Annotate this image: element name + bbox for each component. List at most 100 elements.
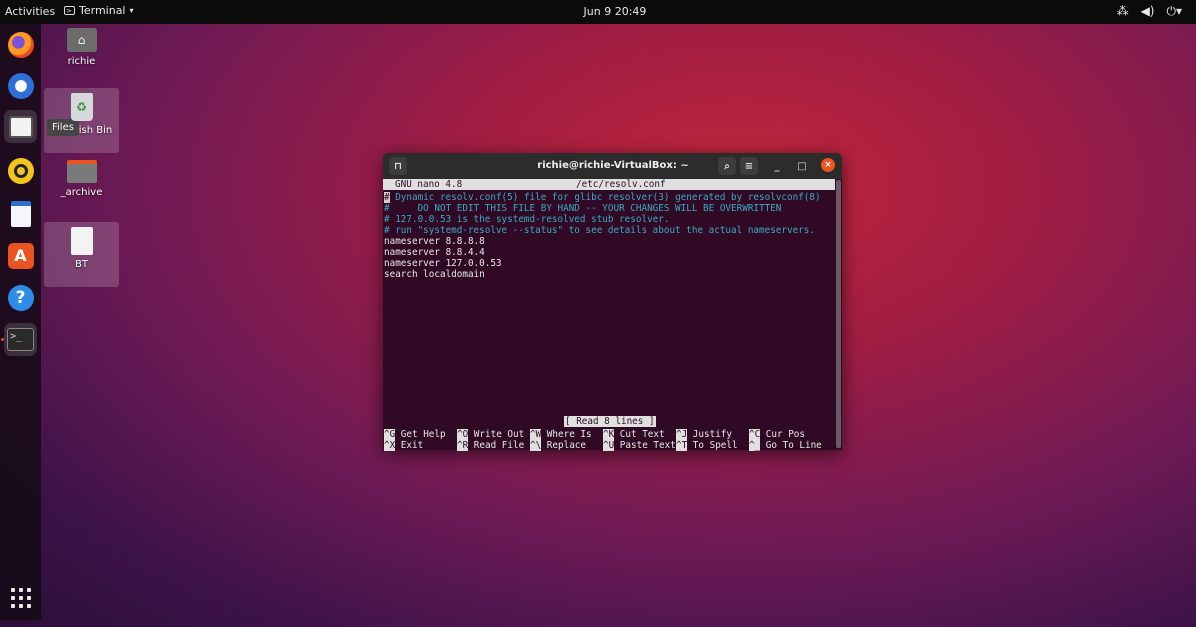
dock-item-files[interactable] [4,110,37,143]
window-title: richie@richie-VirtualBox: ~ [537,160,689,171]
show-applications-button[interactable] [4,581,37,614]
shortcut-label: Read File [468,440,525,451]
dock-item-terminal[interactable]: >_ [4,323,37,356]
app-menu-label: Terminal [79,4,126,17]
shortcut-key: ^C [749,429,761,440]
shortcut-key: ^J [676,429,688,440]
shortcut-key: ^_ [749,440,761,451]
desktop-icon-label: richie [67,56,96,67]
help-icon: ? [7,284,34,311]
nano-header: GNU nano 4.8 /etc/resolv.conf [383,179,835,190]
nano-filename: /etc/resolv.conf [576,179,666,190]
close-button[interactable]: × [821,158,835,172]
running-indicator [1,338,4,341]
window-titlebar[interactable]: ⊓ richie@richie-VirtualBox: ~ ⌕ ≡ _ □ × [383,153,842,179]
scrollbar[interactable] [836,180,841,448]
document-icon [70,227,93,255]
shortcut-item[interactable]: ^U Paste Text [603,440,676,451]
file-line[interactable]: # DO NOT EDIT THIS FILE BY HAND -- YOUR … [384,203,781,214]
shortcut-item[interactable]: ^G Get Help [384,429,446,440]
minimize-button[interactable]: _ [769,158,785,174]
desktop-icon-trash[interactable]: ♻ ish Bin [44,88,119,153]
writer-icon [10,200,31,227]
menu-button[interactable]: ≡ [740,157,758,175]
shortcut-item[interactable]: ^C Cur Pos [749,429,805,440]
shortcut-label: Get Help [395,429,446,440]
desktop-icon-label: ish Bin [78,125,113,136]
shortcut-item[interactable]: ^W Where Is [530,429,592,440]
maximize-button[interactable]: □ [794,158,810,174]
shortcut-key: ^R [457,440,469,451]
nano-status: [ Read 8 lines ] [564,416,656,427]
home-folder-icon: ⌂ [66,28,97,52]
volume-icon: ◀) [1140,4,1155,18]
dock-item-software[interactable]: A [4,239,37,272]
terminal-icon: > [64,6,75,15]
file-line[interactable]: nameserver 8.8.4.4 [384,247,485,258]
file-line[interactable]: # 127.0.0.53 is the systemd-resolved stu… [384,214,669,225]
shortcut-item[interactable]: ^J Justify [676,429,732,440]
desktop-icon-label: BT [75,259,88,270]
activities-button[interactable]: Activities [5,5,55,18]
hamburger-icon: ≡ [744,160,754,172]
shortcut-label: Paste Text [614,440,676,451]
shortcut-item[interactable]: ^O Write Out [457,429,524,440]
search-icon: ⌕ [724,160,730,172]
new-tab-icon: ⊓ [394,160,402,172]
shortcut-key: ^T [676,440,688,451]
shortcut-item[interactable]: ^X Exit [384,440,423,451]
shortcut-key: ^G [384,429,396,440]
shortcut-item[interactable]: ^\ Replace [530,440,586,451]
shortcut-label: Replace [541,440,586,451]
power-icon: ⏻▾ [1166,4,1182,18]
shortcut-label: Cur Pos [760,429,805,440]
clock[interactable]: Jun 9 20:49 [560,5,670,18]
file-line[interactable]: nameserver 8.8.8.8 [384,236,485,247]
new-tab-button[interactable]: ⊓ [389,157,407,175]
software-icon: A [7,242,34,269]
shortcut-item[interactable]: ^_ Go To Line [749,440,822,451]
file-line[interactable]: search localdomain [384,269,485,280]
scrollbar-thumb[interactable] [836,180,841,448]
shortcut-item[interactable]: ^T To Spell [676,440,738,451]
folder-icon [66,160,97,183]
search-button[interactable]: ⌕ [718,157,736,175]
shortcut-key: ^\ [530,440,542,451]
terminal-icon: >_ [7,328,34,351]
top-bar: Activities > Terminal ▾ Jun 9 20:49 ⁂ ◀)… [0,0,1196,24]
file-line[interactable]: # Dynamic resolv.conf(5) file for glibc … [384,192,821,203]
shortcut-label: Write Out [468,429,525,440]
dock-item-rhythmbox[interactable] [4,154,37,187]
firefox-icon [7,31,34,58]
shortcut-key: ^W [530,429,542,440]
terminal-window[interactable]: ⊓ richie@richie-VirtualBox: ~ ⌕ ≡ _ □ × … [383,153,842,451]
shortcut-label: Go To Line [760,440,822,451]
apps-grid-icon [10,587,31,608]
dock-item-thunderbird[interactable] [4,69,37,102]
desktop-icon-archive[interactable]: _archive [44,160,119,198]
shortcut-label: Exit [395,440,424,451]
shortcut-key: ^K [603,429,615,440]
trash-icon: ♻ [70,93,93,121]
shortcut-label: Where Is [541,429,592,440]
desktop-icon-home[interactable]: ⌂ richie [44,28,119,67]
shortcut-key: ^U [603,440,615,451]
network-icon: ⁂ [1116,4,1129,18]
shortcut-item[interactable]: ^K Cut Text [603,429,665,440]
rhythmbox-icon [7,157,34,184]
shortcut-key: ^O [457,429,469,440]
dock-item-writer[interactable] [4,197,37,230]
desktop-icon-label: _archive [60,187,103,198]
file-line[interactable]: nameserver 127.0.0.53 [384,258,502,269]
dock: A ? >_ [0,24,41,620]
dock-item-help[interactable]: ? [4,281,37,314]
system-tray[interactable]: ⁂ ◀) ⏻▾ [1117,4,1182,19]
app-menu[interactable]: > Terminal ▾ [64,4,134,17]
files-icon [8,115,33,138]
shortcut-item[interactable]: ^R Read File [457,440,524,451]
terminal-content[interactable]: GNU nano 4.8 /etc/resolv.conf # Dynamic … [383,179,835,451]
chevron-down-icon: ▾ [129,6,134,15]
desktop-icon-bt[interactable]: BT [44,222,119,287]
file-line[interactable]: # run "systemd-resolve --status" to see … [384,225,815,236]
dock-item-firefox[interactable] [4,28,37,61]
